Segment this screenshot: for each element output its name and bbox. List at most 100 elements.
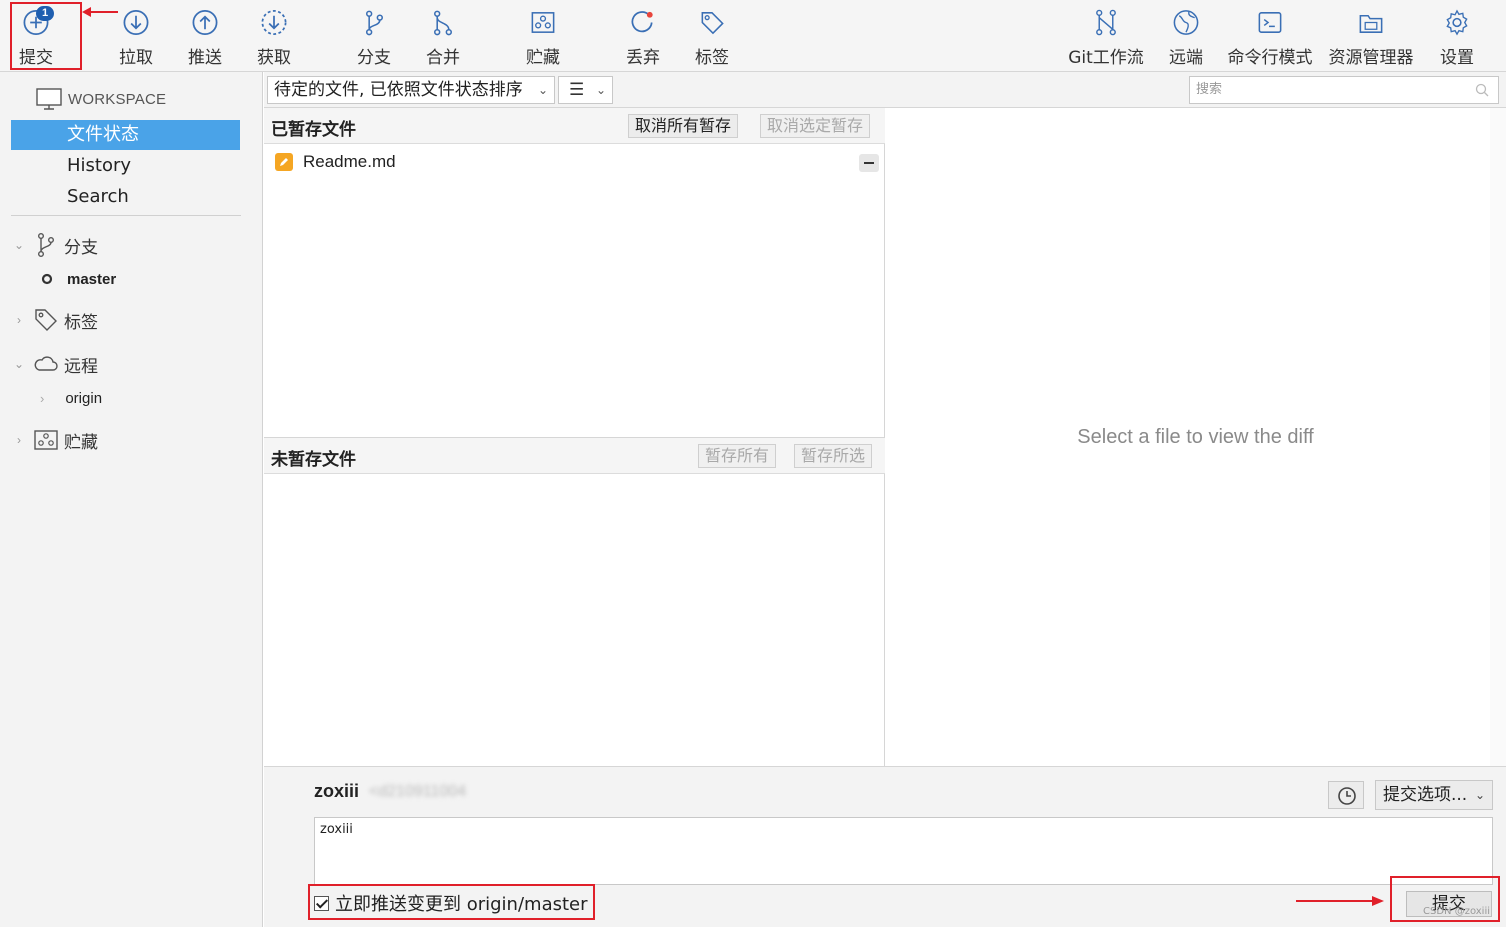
author-name: zoxiii (314, 781, 360, 801)
commit-options-dropdown[interactable]: 提交选项... ⌄ (1375, 780, 1493, 810)
commit-options-label: 提交选项... (1383, 785, 1468, 805)
branch-label: 分支 (357, 48, 391, 68)
sidebar-group-tags[interactable]: › 标签 (12, 305, 98, 335)
sort-dropdown[interactable]: 待定的文件, 已依照文件状态排序 ⌄ (267, 76, 555, 104)
commit-button[interactable]: 1 提交 (4, 6, 68, 68)
push-label: 推送 (188, 48, 222, 68)
discard-button[interactable]: 丢弃 (611, 6, 675, 68)
explorer-button[interactable]: 资源管理器 (1327, 6, 1415, 68)
commit-message-input[interactable]: zoxiii (314, 817, 1493, 885)
fetch-label: 获取 (257, 48, 291, 68)
remote-label: 远端 (1169, 48, 1203, 68)
merge-label: 合并 (426, 48, 460, 68)
settings-button[interactable]: 设置 (1425, 6, 1489, 68)
toolbar: 1 提交 拉取 推送 获取 分支 合并 贮藏 丢弃 标签 Git工作流 远端 命… (0, 0, 1506, 72)
sidebar-item-history[interactable]: History (11, 151, 240, 181)
unstage-file-button[interactable] (859, 154, 879, 172)
sidebar-group-stashes[interactable]: › 贮藏 (12, 425, 98, 455)
tag-icon (701, 12, 724, 35)
tag-icon (35, 309, 57, 331)
stash-icon (34, 430, 58, 450)
push-immediately-option[interactable]: 立即推送变更到 origin/master (314, 891, 588, 915)
chevron-down-icon[interactable]: ⌄ (12, 238, 26, 252)
diff-viewer: Select a file to view the diff (885, 108, 1506, 766)
workspace-header: WORKSPACE (36, 86, 166, 112)
chevron-right-icon[interactable]: › (12, 313, 26, 327)
branch-icon (37, 233, 55, 258)
author-email: <d210911004 (369, 783, 467, 800)
terminal-icon (1258, 12, 1282, 33)
monitor-icon (36, 88, 62, 110)
staged-header: 已暂存文件 取消所有暂存 取消选定暂存 (264, 108, 885, 144)
filter-bar: 待定的文件, 已依照文件状态排序 ⌄ ☰ ⌄ 搜索 (264, 72, 1506, 108)
view-mode-dropdown[interactable]: ☰ ⌄ (558, 76, 613, 104)
branch-item-master[interactable]: master (40, 267, 116, 291)
watermark: CSDN @zoxiii (1423, 906, 1491, 917)
chevron-down-icon: ⌄ (537, 83, 548, 97)
staged-file-row[interactable]: Readme.md (275, 150, 879, 174)
pull-label: 拉取 (119, 48, 153, 68)
staged-title: 已暂存文件 (271, 120, 356, 140)
unstaged-files-pane: 未暂存文件 暂存所有 暂存所选 (264, 437, 885, 766)
pull-icon (123, 10, 149, 35)
stage-selected-button[interactable]: 暂存所选 (794, 444, 873, 468)
unstage-all-button[interactable]: 取消所有暂存 (628, 114, 739, 138)
remote-name: origin (65, 389, 103, 407)
tag-label: 标签 (695, 48, 729, 68)
merge-icon (434, 10, 452, 36)
unstaged-header: 未暂存文件 暂存所有 暂存所选 (264, 438, 885, 474)
gitflow-icon (1096, 9, 1116, 36)
search-input[interactable]: 搜索 (1189, 76, 1499, 104)
sidebar-group-branches[interactable]: ⌄ 分支 (12, 230, 98, 260)
sidebar-item-file-status[interactable]: 文件状态 (11, 120, 240, 150)
workspace-label: WORKSPACE (68, 90, 167, 108)
pull-button[interactable]: 拉取 (104, 6, 168, 68)
discard-label: 丢弃 (626, 48, 660, 68)
terminal-label: 命令行模式 (1227, 48, 1313, 68)
file-name: Readme.md (303, 152, 396, 171)
tag-button[interactable]: 标签 (680, 6, 744, 68)
commit-panel: zoxiii <d210911004 提交选项... ⌄ zoxiii 立即推送… (264, 766, 1506, 927)
terminal-button[interactable]: 命令行模式 (1227, 6, 1313, 68)
sidebar: WORKSPACE 文件状态 History Search ⌄ 分支 maste… (0, 72, 263, 927)
commit-label: 提交 (19, 48, 53, 68)
stash-button[interactable]: 贮藏 (511, 6, 575, 68)
gitflow-button[interactable]: Git工作流 (1063, 6, 1149, 68)
chevron-right-icon[interactable]: › (12, 433, 26, 447)
staged-files-pane: 已暂存文件 取消所有暂存 取消选定暂存 Readme.md (264, 108, 885, 437)
stage-all-button[interactable]: 暂存所有 (698, 444, 777, 468)
stashes-label: 贮藏 (64, 432, 98, 453)
push-button[interactable]: 推送 (173, 6, 237, 68)
chevron-down-icon: ⌄ (595, 83, 606, 97)
gitflow-label: Git工作流 (1068, 48, 1144, 68)
sidebar-item-search[interactable]: Search (11, 182, 240, 212)
commit-badge: 1 (36, 6, 55, 21)
push-label: 立即推送变更到 origin/master (335, 894, 588, 915)
chevron-down-icon: ⌄ (1474, 788, 1485, 802)
sort-value: 待定的文件, 已依照文件状态排序 (274, 80, 523, 100)
merge-button[interactable]: 合并 (411, 6, 475, 68)
gear-icon (1446, 9, 1468, 36)
diff-placeholder: Select a file to view the diff (1077, 426, 1314, 448)
chevron-right-icon[interactable]: › (40, 391, 44, 406)
list-icon: ☰ (569, 80, 585, 99)
remote-item-origin[interactable]: › origin (40, 386, 102, 410)
settings-label: 设置 (1440, 48, 1474, 68)
discard-icon (631, 11, 653, 33)
history-button[interactable] (1328, 781, 1364, 809)
branch-button[interactable]: 分支 (342, 6, 406, 68)
branch-name: master (67, 270, 117, 288)
diff-scrollbar[interactable] (1490, 108, 1506, 766)
push-icon (192, 10, 218, 35)
fetch-button[interactable]: 获取 (242, 6, 306, 68)
remote-button[interactable]: 远端 (1154, 6, 1218, 68)
explorer-label: 资源管理器 (1328, 48, 1414, 68)
search-icon (1475, 83, 1489, 97)
unstage-selected-button[interactable]: 取消选定暂存 (760, 114, 871, 138)
chevron-down-icon[interactable]: ⌄ (12, 357, 26, 371)
push-checkbox[interactable] (314, 895, 329, 911)
branches-label: 分支 (64, 237, 98, 258)
clock-icon (1338, 787, 1356, 805)
sidebar-group-remotes[interactable]: ⌄ 远程 (12, 349, 98, 379)
globe-icon (1173, 10, 1199, 35)
